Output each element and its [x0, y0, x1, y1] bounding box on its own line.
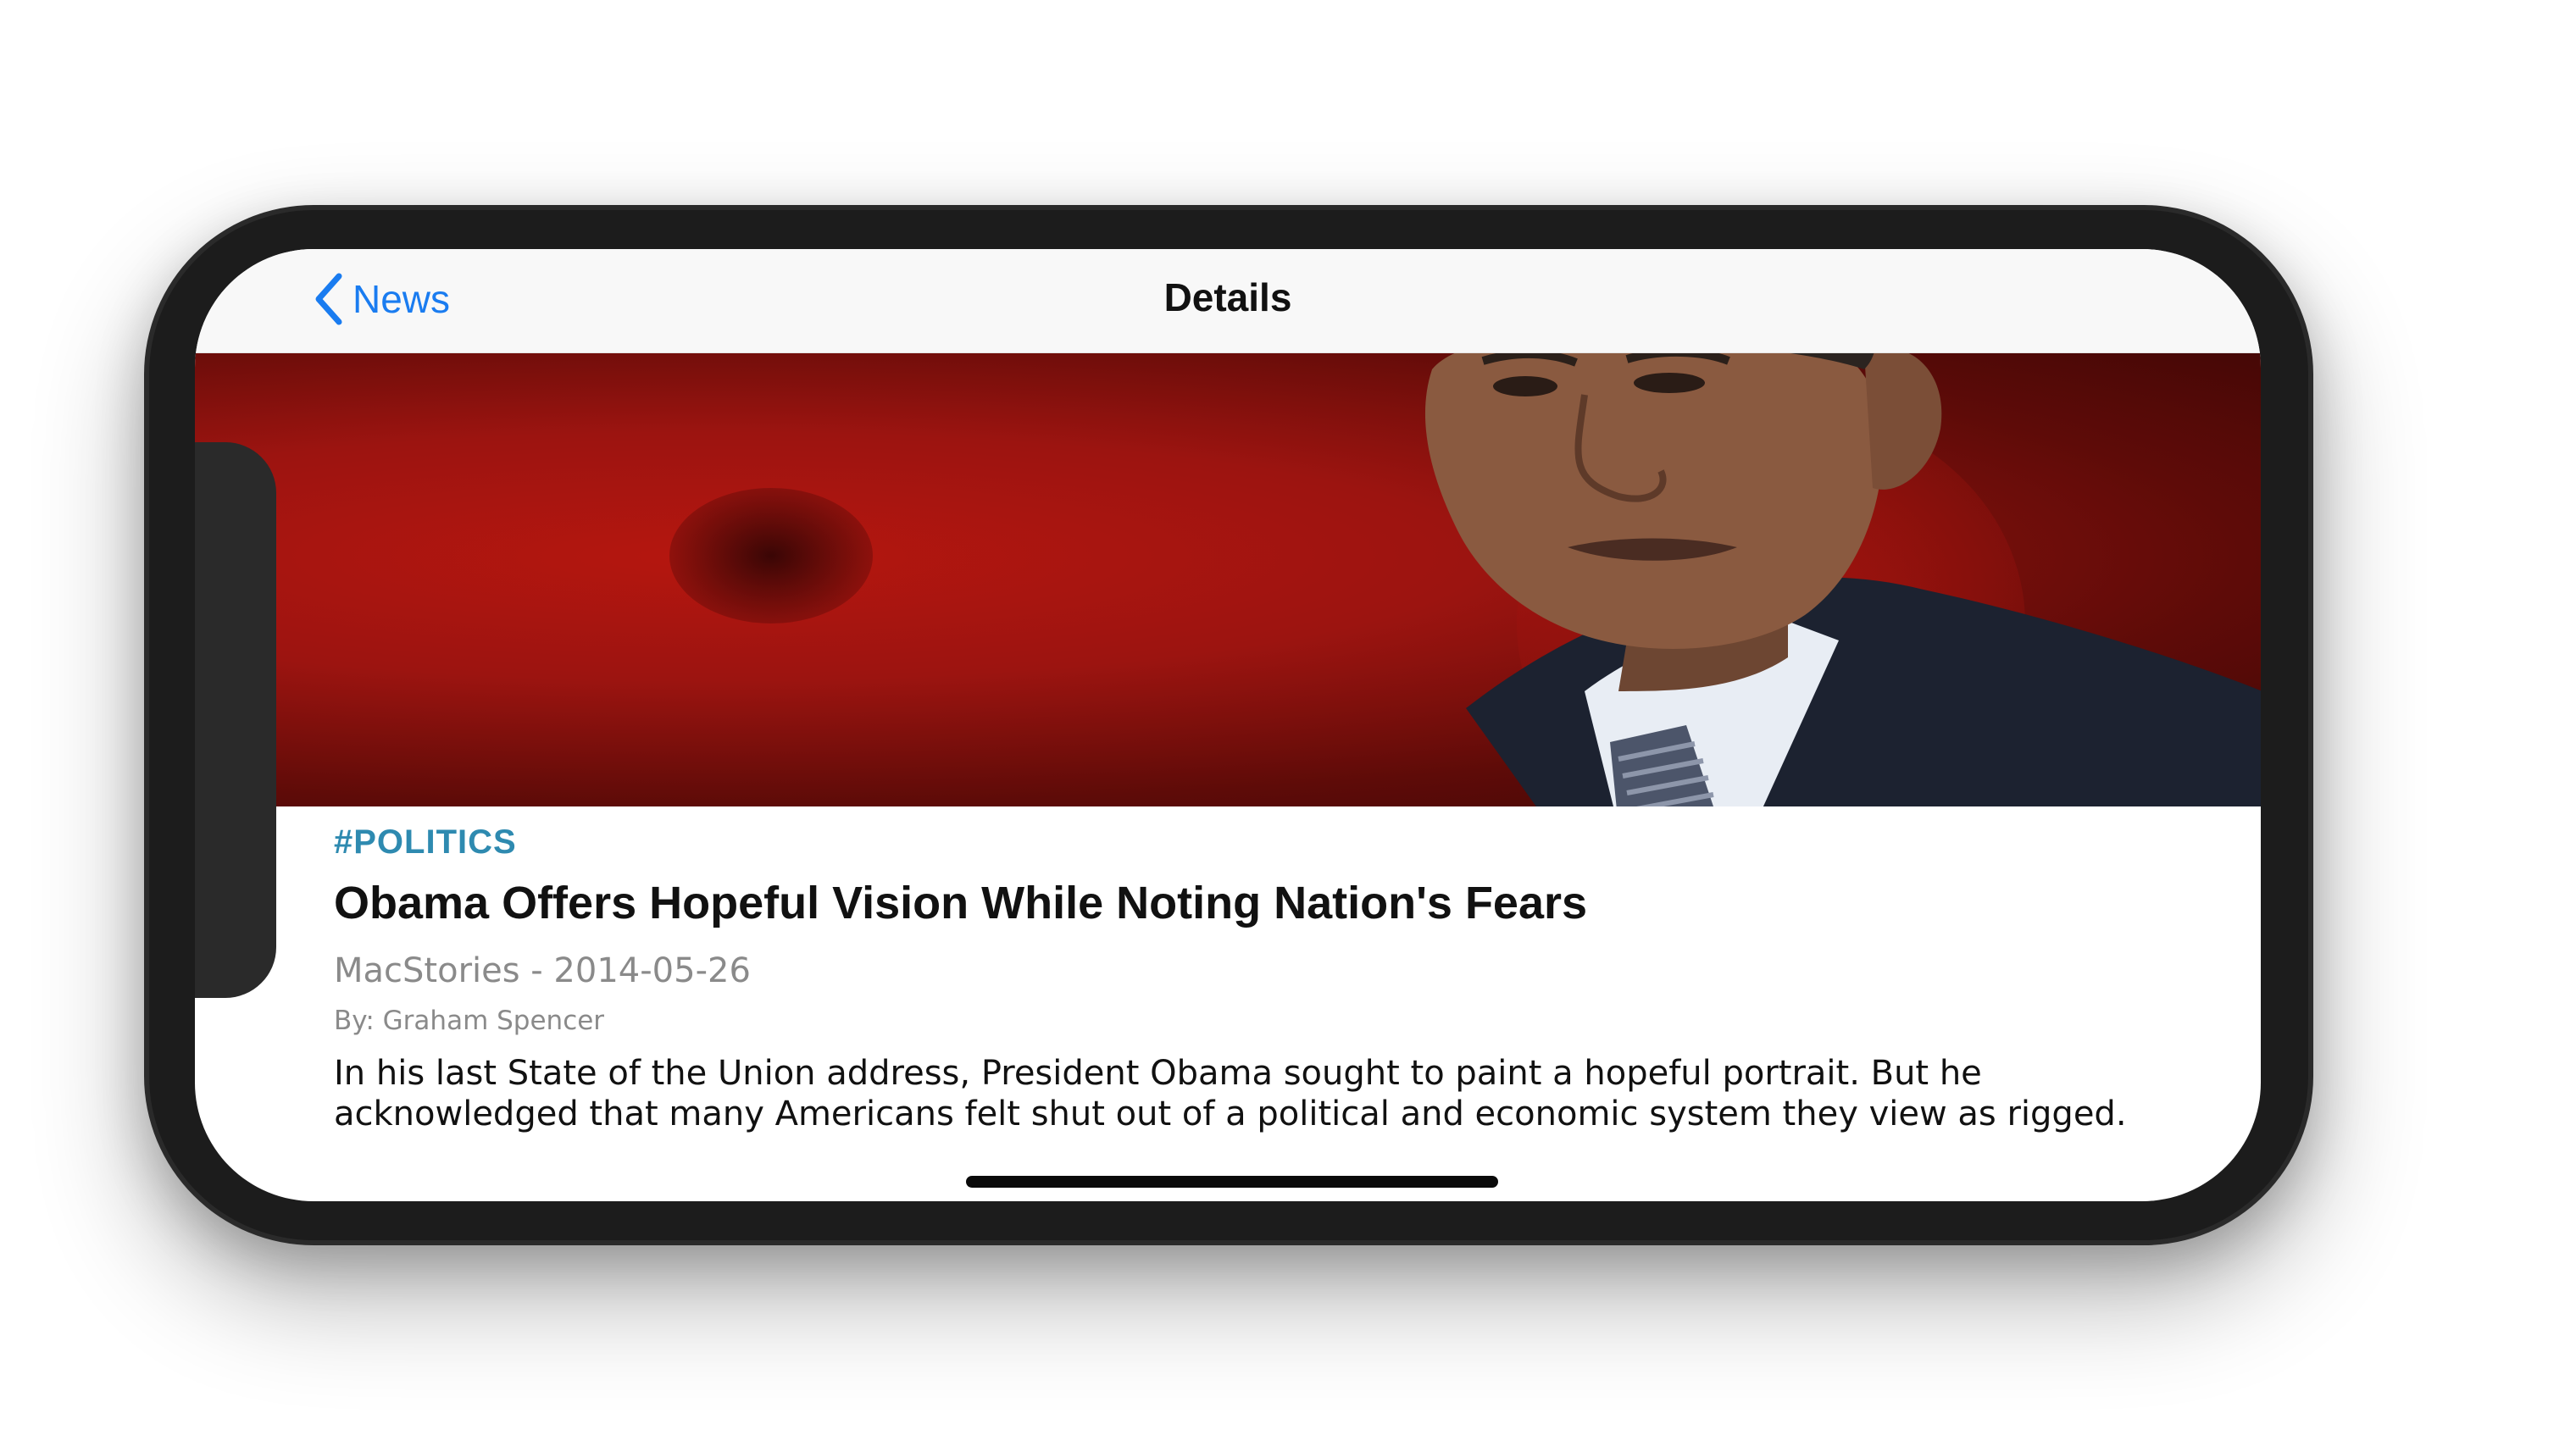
article-headline: Obama Offers Hopeful Vision While Noting…	[334, 878, 1588, 928]
category-tag[interactable]: #POLITICS	[334, 823, 2125, 862]
page: News Details #POLITICS Obama Offers Hope…	[0, 0, 2576, 1452]
phone-frame: News Details #POLITICS Obama Offers Hope…	[144, 205, 2313, 1245]
navigation-bar: News Details	[195, 249, 2261, 353]
device-notch	[195, 442, 276, 998]
article-content: #POLITICS Obama Offers Hopeful Vision Wh…	[334, 823, 2127, 1134]
hero-shadow	[669, 488, 873, 623]
article-source-date: MacStories - 2014-05-26	[334, 951, 751, 990]
portrait-photo	[1424, 352, 2261, 806]
page-title: Details	[1163, 275, 1292, 319]
app-screen: News Details #POLITICS Obama Offers Hope…	[195, 249, 2261, 1201]
article-summary: In his last State of the Union address, …	[334, 1054, 2127, 1133]
home-indicator[interactable]	[966, 1176, 1498, 1188]
article-hero-image	[195, 352, 2261, 806]
article-byline: By: Graham Spencer	[334, 1006, 605, 1036]
